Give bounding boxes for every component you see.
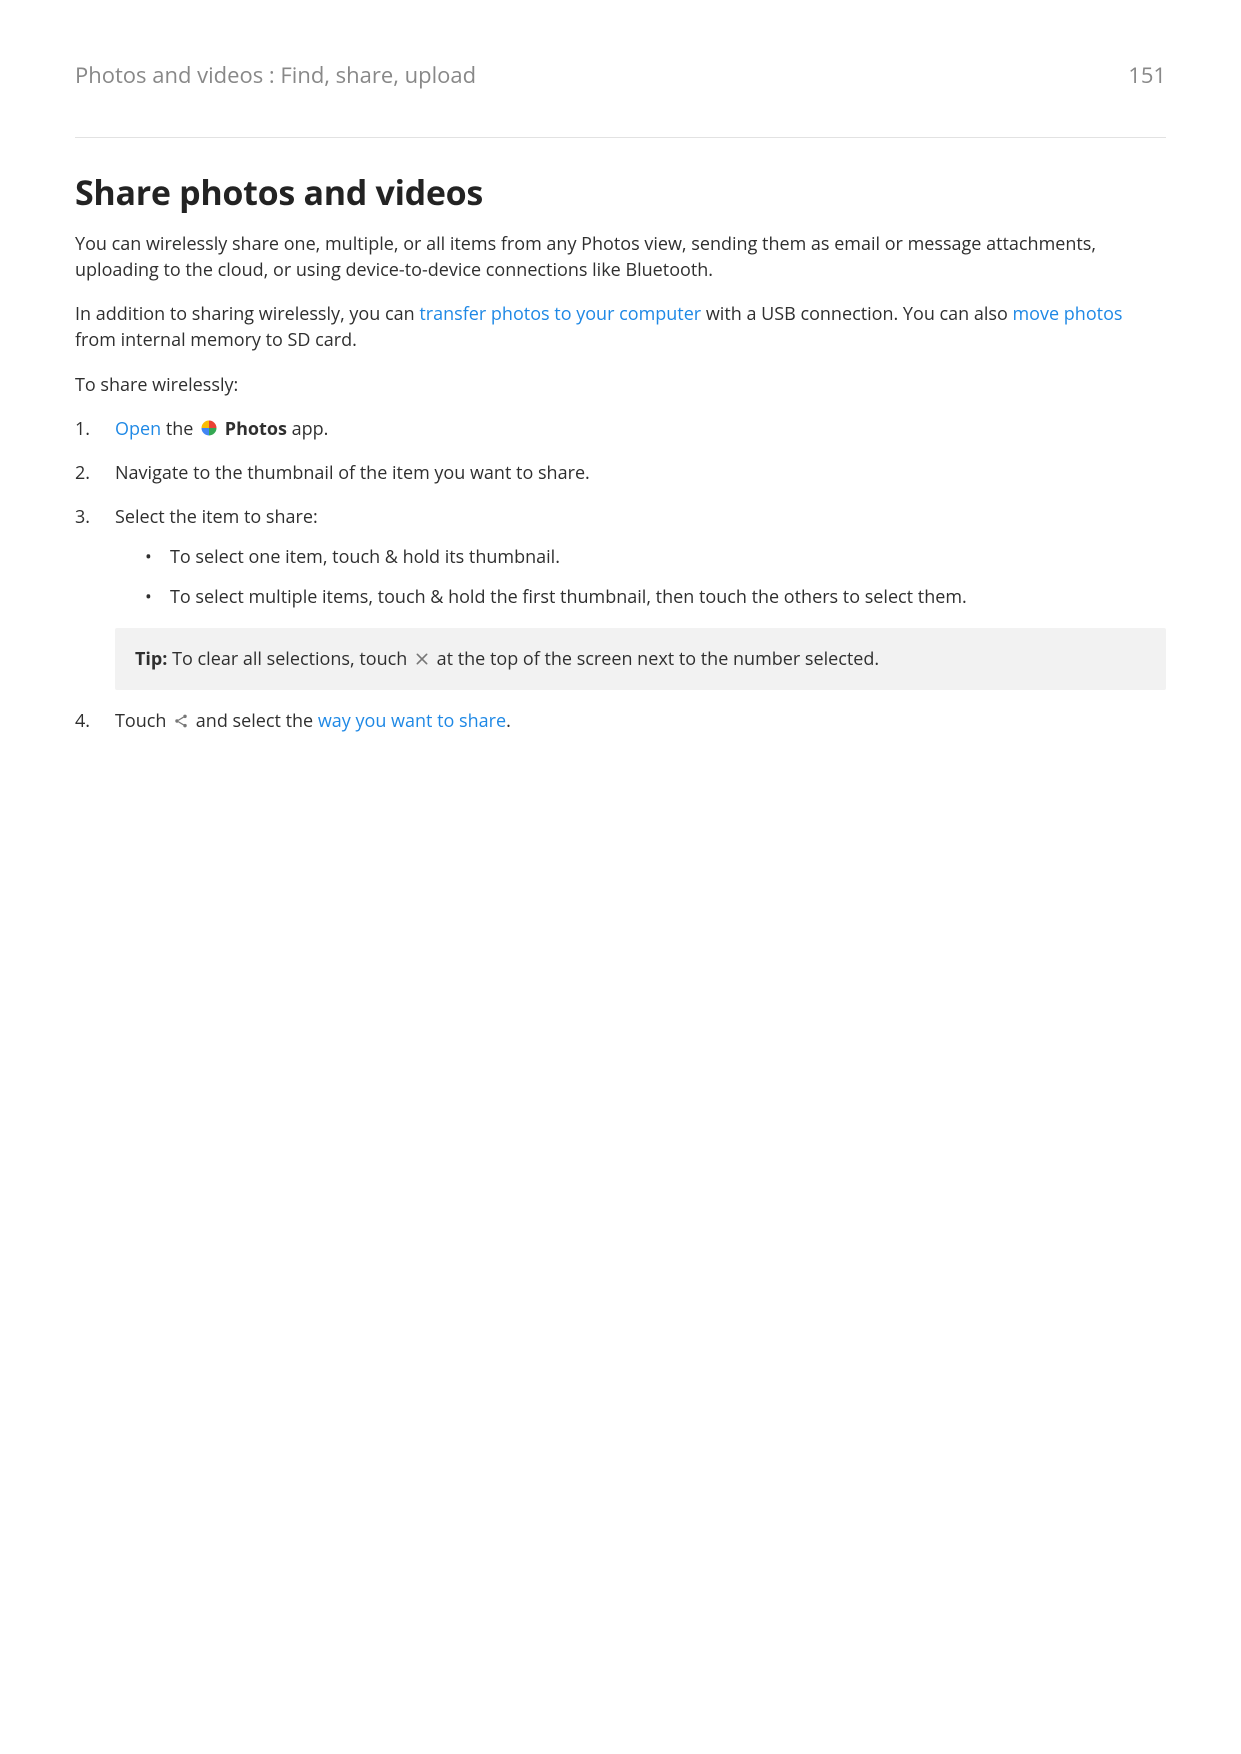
step-3-lead: Select the item to share:: [115, 505, 318, 529]
share-way-link[interactable]: way you want to share: [318, 709, 506, 733]
steps-list: Open the Photos app. Navigate to the thu…: [75, 416, 1166, 735]
text: at the top of the screen next to the num…: [432, 647, 879, 671]
intro-paragraph-3: To share wirelessly:: [75, 372, 1166, 398]
page: Photos and videos : Find, share, upload …: [0, 0, 1241, 1754]
tip-label: Tip:: [135, 647, 167, 671]
step-3-bullets: To select one item, touch & hold its thu…: [115, 544, 1166, 610]
share-icon: [173, 710, 189, 726]
list-item: To select multiple items, touch & hold t…: [115, 584, 1166, 610]
text: the: [161, 417, 198, 441]
move-photos-link[interactable]: move photos: [1013, 302, 1123, 326]
app-name: Photos: [225, 417, 287, 441]
list-item: To select one item, touch & hold its thu…: [115, 544, 1166, 570]
step-4: Touch and select the way you want to sha…: [75, 708, 1166, 734]
text: In addition to sharing wirelessly, you c…: [75, 302, 419, 326]
text: Touch: [115, 709, 171, 733]
intro-paragraph-2: In addition to sharing wirelessly, you c…: [75, 301, 1166, 353]
text: app.: [287, 417, 328, 441]
close-icon: [414, 648, 430, 664]
step-3: Select the item to share: To select one …: [75, 504, 1166, 690]
step-2: Navigate to the thumbnail of the item yo…: [75, 460, 1166, 486]
photos-icon: [200, 418, 218, 436]
text: .: [506, 709, 511, 733]
transfer-photos-link[interactable]: transfer photos to your computer: [419, 302, 701, 326]
text: from internal memory to SD card.: [75, 328, 357, 352]
divider: [75, 137, 1166, 138]
page-title: Share photos and videos: [75, 168, 1166, 217]
text: and select the: [191, 709, 318, 733]
tip-box: Tip: To clear all selections, touch at t…: [115, 628, 1166, 690]
text: To clear all selections, touch: [167, 647, 412, 671]
intro-paragraph-1: You can wirelessly share one, multiple, …: [75, 231, 1166, 283]
breadcrumb: Photos and videos : Find, share, upload: [75, 60, 476, 92]
page-number: 151: [1128, 60, 1166, 92]
step-1: Open the Photos app.: [75, 416, 1166, 442]
open-link[interactable]: Open: [115, 417, 161, 441]
page-header: Photos and videos : Find, share, upload …: [75, 60, 1166, 92]
text: with a USB connection. You can also: [701, 302, 1012, 326]
